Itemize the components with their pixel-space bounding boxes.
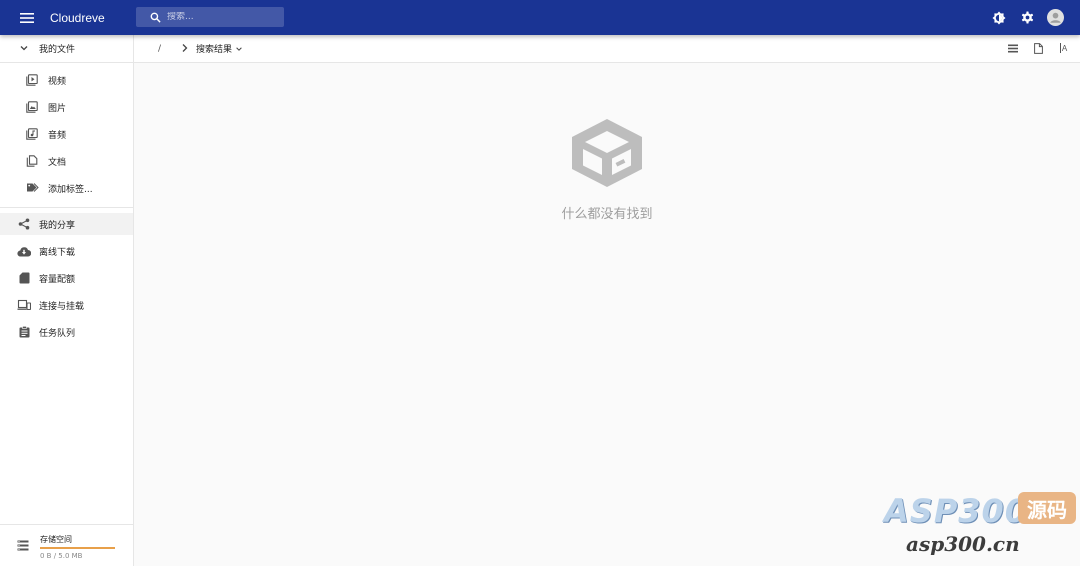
sidebar-item-label: 视频 [48, 76, 67, 87]
sidebar-item-image[interactable]: 图片 [0, 96, 133, 118]
app-bar: Cloudreve [0, 0, 1080, 35]
storage-label: 存储空间 [40, 535, 72, 544]
watermark-site: asp300.cn [906, 532, 1020, 556]
storage-icon [17, 536, 29, 555]
video-file-icon [25, 73, 39, 87]
image-file-icon [25, 100, 39, 114]
divider [0, 207, 133, 208]
watermark-brand: ASP300 [884, 492, 1029, 530]
storage-capacity: 0 B / 5.0 MB [40, 552, 83, 560]
list-view-icon[interactable] [1006, 41, 1020, 55]
search-icon [150, 12, 161, 23]
divider [0, 62, 133, 63]
sidebar-item-audio[interactable]: 音频 [0, 123, 133, 145]
sidebar-item-quota[interactable]: 容量配额 [0, 267, 133, 289]
breadcrumb-current[interactable]: 搜索结果 [196, 42, 243, 55]
sidebar-item-video[interactable]: 视频 [0, 69, 133, 91]
sd-card-icon [17, 271, 31, 285]
sidebar-item-offline-download[interactable]: 离线下载 [0, 240, 133, 262]
breadcrumb-current-label: 搜索结果 [196, 45, 233, 55]
devices-icon [17, 298, 31, 312]
sidebar-item-label: 容量配额 [39, 274, 76, 285]
sidebar-item-label: 图片 [48, 103, 67, 114]
document-icon [25, 154, 39, 168]
search-input[interactable] [167, 12, 277, 22]
sort-label: A [1061, 43, 1068, 53]
tag-icon [25, 181, 39, 195]
sidebar-item-task-queue[interactable]: 任务队列 [0, 321, 133, 343]
view-actions: A [1006, 41, 1070, 55]
sidebar-item-label: 连接与挂载 [39, 301, 85, 312]
settings-gear-icon[interactable] [1018, 9, 1036, 27]
theme-toggle-icon[interactable] [990, 9, 1008, 27]
empty-box-icon [566, 113, 648, 195]
sidebar-item-label: 任务队列 [39, 328, 76, 339]
chevron-right-icon [180, 43, 189, 56]
sidebar-item-label: 文档 [48, 157, 67, 168]
cloud-download-icon [17, 244, 31, 258]
sidebar-item-label: 我的文件 [39, 44, 76, 55]
share-icon [17, 217, 31, 231]
watermark-badge: 源码 [1018, 492, 1076, 524]
watermark-logo: ASP300 源码 asp300.cn [882, 488, 1078, 558]
sidebar-item-connections[interactable]: 连接与挂载 [0, 294, 133, 316]
sidebar-item-label: 添加标签... [48, 184, 93, 195]
sort-icon[interactable]: A [1056, 41, 1070, 55]
breadcrumb-root[interactable]: / [158, 44, 161, 54]
storage-progress-bar [40, 547, 115, 549]
clipboard-icon [17, 325, 31, 339]
sidebar-item-my-share[interactable]: 我的分享 [0, 213, 133, 235]
chevron-down-icon[interactable] [17, 41, 31, 55]
sidebar-item-add-tag[interactable]: 添加标签... [0, 177, 133, 199]
chevron-down-icon [236, 46, 242, 51]
app-title[interactable]: Cloudreve [50, 11, 105, 25]
appbar-actions [990, 0, 1064, 35]
audio-file-icon [25, 127, 39, 141]
sidebar: 我的文件 视频 图片 音频 文档 添加标签... 我的分享 离线下载 容量配额 … [0, 35, 134, 566]
search-box[interactable] [136, 7, 284, 27]
empty-message: 什么都没有找到 [561, 207, 653, 222]
menu-icon[interactable] [16, 7, 38, 29]
sidebar-item-document[interactable]: 文档 [0, 150, 133, 172]
sidebar-item-label: 音频 [48, 130, 67, 141]
sidebar-item-label: 离线下载 [39, 247, 76, 258]
user-avatar-icon[interactable] [1046, 9, 1064, 27]
sidebar-item-my-files[interactable]: 我的文件 [0, 37, 133, 59]
breadcrumb: / 搜索结果 A [134, 35, 1080, 63]
storage-progress-fill [40, 547, 115, 549]
file-info-icon[interactable] [1031, 41, 1045, 55]
sidebar-item-label: 我的分享 [39, 220, 76, 231]
storage-panel[interactable]: 存储空间 0 B / 5.0 MB [0, 524, 133, 566]
